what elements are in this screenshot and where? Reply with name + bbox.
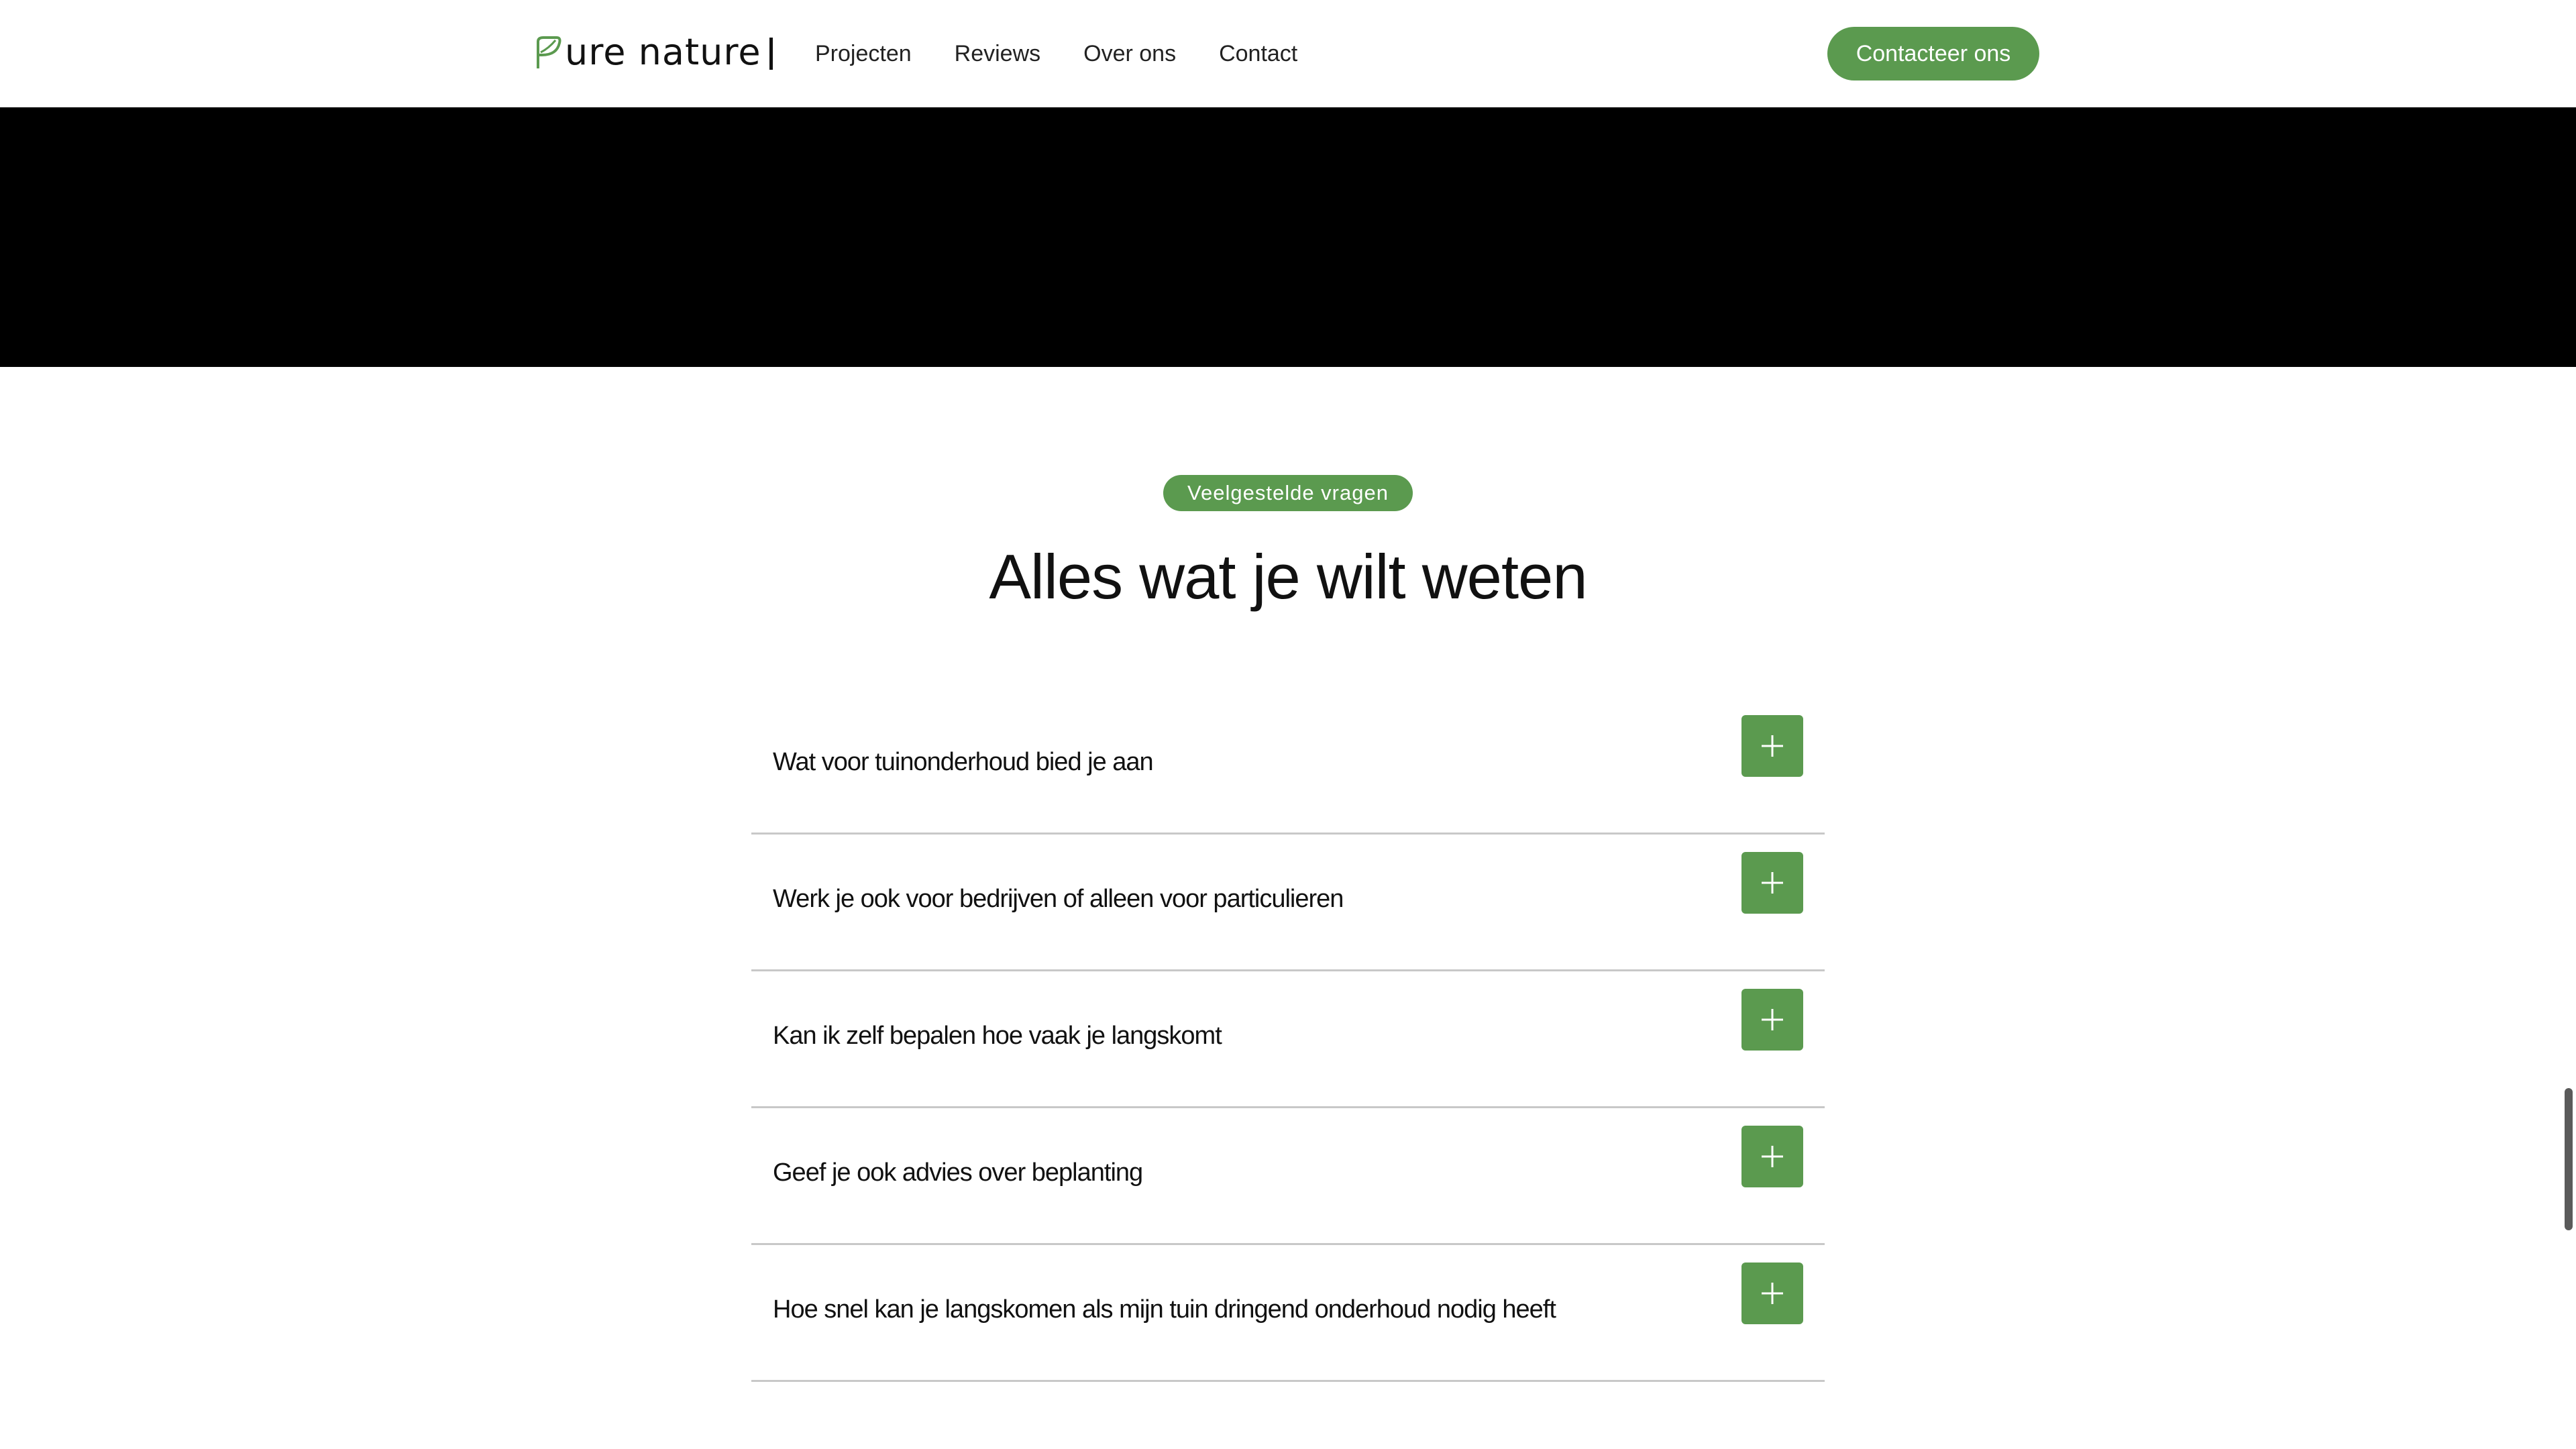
faq-item[interactable]: Werk je ook voor bedrijven of alleen voo…	[751, 835, 1825, 971]
page: ure nature Projecten Reviews Over ons Co…	[0, 0, 2576, 1449]
header-divider	[769, 38, 773, 70]
logo[interactable]: ure nature	[534, 34, 761, 71]
faq-question: Hoe snel kan je langskomen als mijn tuin…	[773, 1295, 1556, 1324]
main-nav: Projecten Reviews Over ons Contact	[815, 35, 1340, 72]
expand-button[interactable]	[1741, 852, 1803, 914]
nav-link-contact[interactable]: Contact	[1219, 35, 1297, 72]
faq-item[interactable]: Geef je ook advies over beplanting	[751, 1108, 1825, 1245]
nav-link-reviews[interactable]: Reviews	[955, 35, 1040, 72]
faq-question: Kan ik zelf bepalen hoe vaak je langskom…	[773, 1021, 1222, 1050]
plus-icon	[1762, 735, 1783, 757]
contact-button[interactable]: Contacteer ons	[1827, 27, 2039, 80]
nav-link-projecten[interactable]: Projecten	[815, 35, 912, 72]
faq-title: Alles wat je wilt weten	[989, 541, 1587, 612]
expand-button[interactable]	[1741, 1263, 1803, 1324]
faq-question: Werk je ook voor bedrijven of alleen voo…	[773, 884, 1344, 913]
plus-icon	[1762, 872, 1783, 894]
plus-icon	[1762, 1009, 1783, 1030]
scrollbar-thumb[interactable]	[2565, 1088, 2573, 1230]
faq-item[interactable]: Kan ik zelf bepalen hoe vaak je langskom…	[751, 971, 1825, 1108]
faq-item[interactable]: Hoe snel kan je langskomen als mijn tuin…	[751, 1245, 1825, 1382]
expand-button[interactable]	[1741, 715, 1803, 777]
faq-question: Geef je ook advies over beplanting	[773, 1158, 1143, 1187]
expand-button[interactable]	[1741, 1126, 1803, 1187]
leaf-p-icon	[537, 36, 561, 68]
plus-icon	[1762, 1146, 1783, 1167]
nav-link-over-ons[interactable]: Over ons	[1083, 35, 1176, 72]
faq-item[interactable]: Wat voor tuinonderhoud bied je aan	[751, 698, 1825, 835]
video-section[interactable]	[0, 107, 2576, 367]
expand-button[interactable]	[1741, 989, 1803, 1051]
plus-icon	[1762, 1283, 1783, 1304]
logo-text: ure nature	[565, 31, 761, 73]
site-header: ure nature Projecten Reviews Over ons Co…	[0, 0, 2576, 107]
faq-list: Wat voor tuinonderhoud bied je aan Werk …	[751, 698, 1825, 1382]
faq-badge: Veelgestelde vragen	[1163, 475, 1413, 511]
faq-question: Wat voor tuinonderhoud bied je aan	[773, 747, 1154, 776]
